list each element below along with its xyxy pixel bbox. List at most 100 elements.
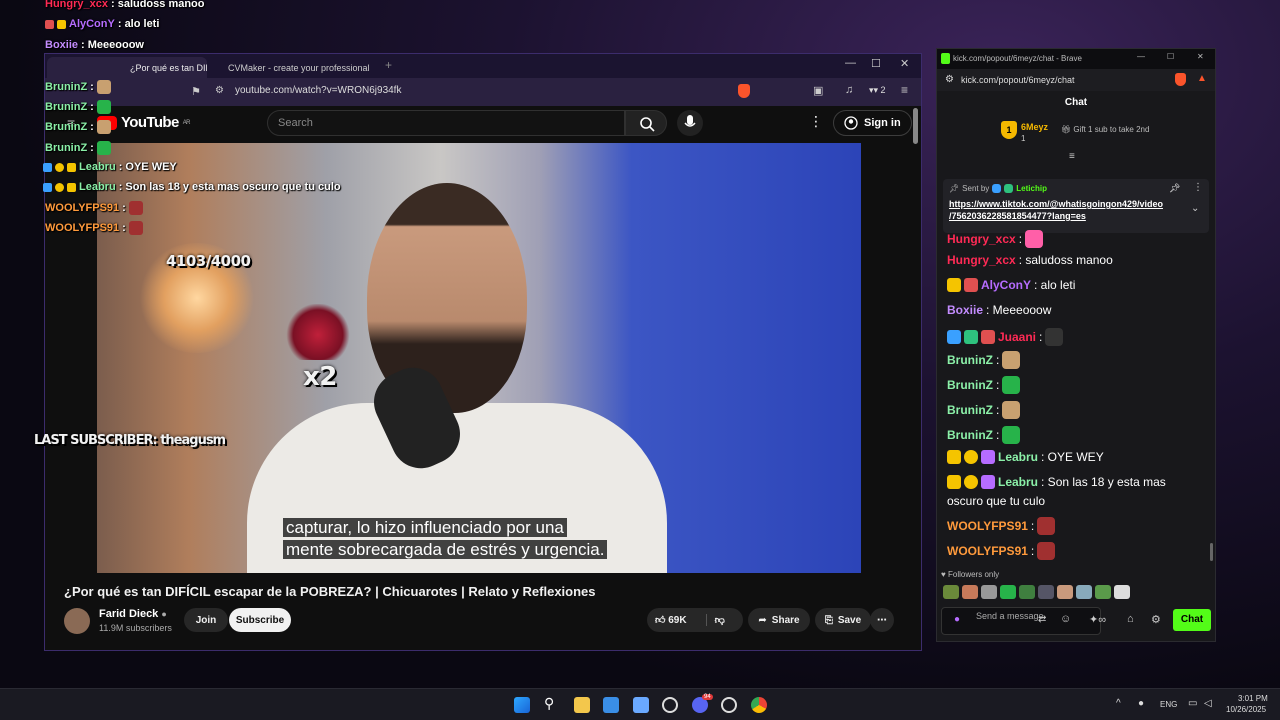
address-bar: ⚑ ⚙ youtube.com/watch?v=WRON6j934fk ▣ ♫ … <box>45 78 921 106</box>
emote-icon[interactable] <box>1019 585 1035 599</box>
emote-icon[interactable] <box>1000 585 1016 599</box>
settings-icon[interactable]: ⚙ <box>1151 613 1161 626</box>
store-icon[interactable]: ⌂ <box>1127 613 1134 625</box>
close-window-button[interactable]: ✕ <box>900 57 909 70</box>
music-icon[interactable]: ♫ <box>845 84 853 96</box>
site-settings-icon[interactable]: ⚙ <box>215 85 224 96</box>
channel-name[interactable]: Farid Dieck ● <box>99 608 167 620</box>
network-icon[interactable]: ▭ <box>1188 698 1197 709</box>
clock-time[interactable]: 3:01 PM <box>1238 694 1268 703</box>
chat-message: WOOLYFPS91: <box>947 542 1056 560</box>
crown-icon <box>67 182 76 192</box>
emoji-icon[interactable]: ☺ <box>1060 614 1071 625</box>
new-tab-button[interactable]: + <box>385 58 392 72</box>
gift-badge-icon <box>981 450 995 464</box>
mic-icon: ● <box>954 614 961 625</box>
more-actions-button[interactable]: ⋯ <box>870 608 894 632</box>
steam-icon[interactable] <box>662 697 678 713</box>
language-indicator[interactable]: ENG <box>1160 700 1177 709</box>
chevron-down-icon[interactable]: ⌄ <box>1191 203 1199 214</box>
minimize-button[interactable]: — <box>845 57 856 69</box>
emote-menu-icon[interactable]: ✦∞ <box>1089 613 1106 626</box>
overlay-chat-user: Hungry_xcx <box>45 0 108 10</box>
close-window-button[interactable]: ✕ <box>1197 52 1204 61</box>
chat-message: AlyConY: alo leti <box>947 278 1075 292</box>
emote-icon[interactable] <box>1114 585 1130 599</box>
pinned-link[interactable]: https://www.tiktok.com/@whatisgoingon429… <box>949 198 1163 222</box>
search-icon <box>640 117 655 132</box>
tab-cvmaker[interactable]: CVMaker - create your professional <box>215 57 375 78</box>
site-settings-icon[interactable]: ⚙ <box>945 74 954 85</box>
url-field[interactable]: youtube.com/watch?v=WRON6j934fk <box>235 85 401 96</box>
save-button[interactable]: ⎘ Save <box>815 608 871 632</box>
chat-header: Chat <box>1064 97 1088 108</box>
windows-start-icon[interactable] <box>514 697 530 713</box>
store-icon[interactable] <box>603 697 619 713</box>
sidebar-icon[interactable]: ▣ <box>813 84 823 97</box>
extensions-badge[interactable]: ▾▾ 2 <box>869 85 886 96</box>
overlay-chat-line: BruninZ: <box>45 120 111 134</box>
send-chat-button[interactable]: Chat <box>1173 609 1211 631</box>
collapse-icon[interactable]: ≡ <box>1069 151 1075 162</box>
emote-icon[interactable] <box>943 585 959 599</box>
chat-message: BruninZ: <box>947 401 1021 419</box>
video-player[interactable]: capturar, lo hizo influenciado por una m… <box>97 143 861 573</box>
clock-date[interactable]: 10/26/2025 <box>1226 705 1266 714</box>
chevron-up-icon[interactable]: ^ <box>1116 698 1121 709</box>
badge-icon <box>45 19 54 29</box>
emote-icon[interactable] <box>1057 585 1073 599</box>
emote-icon[interactable] <box>962 585 978 599</box>
search-icon[interactable]: ⚲ <box>544 695 560 711</box>
volume-icon[interactable]: ◁ <box>1204 698 1212 709</box>
share-icon: ➦ <box>758 614 767 626</box>
search-button[interactable] <box>625 110 667 136</box>
video-title: ¿Por qué es tan DIFÍCIL escapar de la PO… <box>64 584 596 599</box>
more-options-icon[interactable]: ⋮ <box>809 113 823 130</box>
message-input[interactable]: ● Send a message ⇄ ☺ <box>941 607 1101 635</box>
menu-icon[interactable]: ≡ <box>901 83 908 97</box>
emote-icon[interactable] <box>1038 585 1054 599</box>
chat-scrollbar[interactable] <box>1210 543 1213 561</box>
like-button[interactable]: 👍︎ 69K <box>655 614 687 626</box>
sign-in-button[interactable]: Sign in <box>833 110 912 136</box>
youtube-logo[interactable]: YouTube AR <box>97 114 190 131</box>
followers-only-label: ♥ Followers only <box>941 570 1000 579</box>
tab-youtube[interactable]: ¿Por qué es tan DIFÍCIL escap ✕ <box>47 57 207 78</box>
emote-icon <box>96 100 111 114</box>
subscribe-button[interactable]: Subscribe <box>229 608 291 632</box>
search-input[interactable]: Search <box>267 110 625 136</box>
gift-leaderboard: 1 6Meyz 1 🎁︎ Gift 1 sub to take 2nd ≡ <box>937 115 1215 163</box>
app-icon[interactable] <box>633 697 649 713</box>
emote-icon[interactable] <box>981 585 997 599</box>
gift-label[interactable]: 🎁︎ Gift 1 sub to take 2nd <box>1061 125 1149 134</box>
brave-rewards-icon[interactable]: ▲ <box>1197 73 1207 84</box>
pin-toggle-icon[interactable]: 📌︎ <box>1169 183 1180 194</box>
page-scrollbar[interactable] <box>913 108 918 144</box>
brave-shield-icon[interactable] <box>738 84 750 98</box>
join-button[interactable]: Join <box>184 608 228 632</box>
badge-icon <box>992 184 1002 193</box>
url-field[interactable]: kick.com/popout/6meyz/chat <box>961 75 1075 85</box>
verified-icon: ● <box>161 609 167 619</box>
minimize-button[interactable]: — <box>1137 52 1145 61</box>
chrome-icon[interactable] <box>751 697 767 713</box>
file-explorer-icon[interactable] <box>574 697 590 713</box>
emote-icon[interactable] <box>1095 585 1111 599</box>
emote-icon <box>1002 351 1021 369</box>
emote-icon[interactable] <box>1076 585 1092 599</box>
share-button[interactable]: ➦ Share <box>748 608 810 632</box>
maximize-button[interactable]: ☐ <box>1167 52 1174 61</box>
avatar[interactable] <box>64 608 90 634</box>
voice-search-button[interactable] <box>677 110 703 136</box>
maximize-button[interactable]: ☐ <box>871 57 881 70</box>
badge-icon <box>43 162 52 172</box>
brave-shield-icon[interactable] <box>1175 73 1186 86</box>
dislike-button[interactable]: 👎︎ <box>705 614 725 626</box>
bookmark-icon[interactable]: ⚑ <box>191 85 201 98</box>
translate-icon[interactable]: ⇄ <box>1038 615 1046 625</box>
mic-icon[interactable]: ● <box>1138 698 1144 709</box>
pin-icon: 📌︎ <box>949 184 960 193</box>
obs-icon[interactable] <box>721 697 737 713</box>
chat-message: WOOLYFPS91: <box>947 517 1056 535</box>
more-options-icon[interactable]: ⋮ <box>1193 182 1203 193</box>
